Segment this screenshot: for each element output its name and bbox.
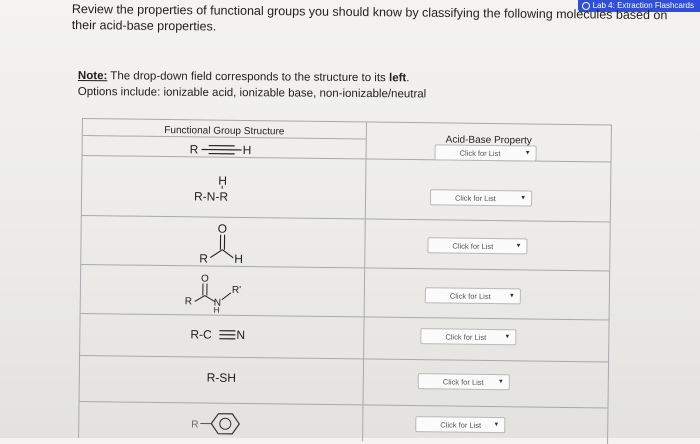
dropdown-amide[interactable]: Click for List ▼ bbox=[425, 287, 521, 304]
note-text-pre: The drop-down field corresponds to the s… bbox=[107, 70, 389, 84]
amine-label-h: H bbox=[218, 174, 227, 188]
dropdown-thiol[interactable]: Click for List ▼ bbox=[418, 373, 510, 390]
row-divider bbox=[80, 355, 608, 362]
nitrile-label-rc: R-C bbox=[190, 327, 212, 341]
structure-nitrile: R-C N bbox=[80, 322, 363, 347]
structure-benzene: R bbox=[79, 409, 362, 438]
amide-label-o: O bbox=[200, 273, 208, 284]
benzene-label-r: R bbox=[191, 419, 198, 430]
dropdown-benzene-value: Click for List bbox=[440, 420, 481, 429]
note-block: Note: The drop-down field corresponds to… bbox=[78, 68, 427, 102]
chevron-down-icon: ▼ bbox=[520, 195, 526, 201]
note-text-post: . bbox=[406, 72, 409, 84]
structure-alkyne: R H bbox=[83, 139, 366, 160]
dropdown-alkyne[interactable]: Click for List ▼ bbox=[435, 144, 537, 161]
chevron-down-icon: ▼ bbox=[525, 150, 531, 156]
dropdown-amine-value: Click for List bbox=[455, 193, 496, 202]
instructions: Review the properties of functional grou… bbox=[72, 1, 672, 39]
structure-amine: H R-N-R bbox=[82, 169, 365, 208]
aldehyde-label-o: O bbox=[217, 222, 227, 236]
alkyne-label-r: R bbox=[189, 142, 198, 156]
dropdown-nitrile-value: Click for List bbox=[445, 332, 486, 341]
dropdown-nitrile[interactable]: Click for List ▼ bbox=[420, 328, 516, 345]
chevron-down-icon: ▼ bbox=[509, 293, 515, 299]
amide-label-r-prime: R' bbox=[231, 285, 240, 296]
row-divider bbox=[80, 401, 608, 408]
structure-amide: O R N H R' bbox=[81, 269, 364, 314]
dropdown-thiol-value: Click for List bbox=[443, 377, 484, 386]
chevron-down-icon: ▼ bbox=[498, 379, 504, 385]
dropdown-aldehyde[interactable]: Click for List ▼ bbox=[427, 237, 527, 254]
dropdown-amide-value: Click for List bbox=[450, 291, 491, 300]
chevron-down-icon: ▼ bbox=[493, 422, 499, 428]
note-label: Note: bbox=[78, 70, 107, 82]
note-text-bold: left bbox=[389, 72, 406, 84]
amide-label-h: H bbox=[213, 306, 219, 315]
amide-label-r: R bbox=[184, 296, 191, 307]
chevron-down-icon: ▼ bbox=[515, 243, 521, 249]
dropdown-alkyne-value: Click for List bbox=[460, 148, 501, 157]
dropdown-aldehyde-value: Click for List bbox=[452, 241, 493, 250]
options-line: Options include: ionizable acid, ionizab… bbox=[78, 84, 427, 102]
dropdown-benzene[interactable]: Click for List ▼ bbox=[415, 416, 505, 433]
thiol-label: R-SH bbox=[207, 371, 237, 385]
structure-thiol: R-SH bbox=[80, 367, 363, 388]
amine-label-main: R-N-R bbox=[193, 189, 227, 203]
aldehyde-label-h: H bbox=[234, 252, 243, 266]
aldehyde-label-r: R bbox=[199, 251, 208, 265]
dropdown-amine[interactable]: Click for List ▼ bbox=[430, 189, 532, 206]
alkyne-label-h: H bbox=[242, 143, 251, 157]
classification-table: Functional Group Structure Acid-Base Pro… bbox=[78, 118, 612, 444]
nitrile-label-n: N bbox=[236, 328, 245, 342]
structure-aldehyde: O R H bbox=[81, 219, 365, 266]
benzene-ring-icon bbox=[211, 414, 239, 434]
chevron-down-icon: ▼ bbox=[504, 334, 510, 340]
